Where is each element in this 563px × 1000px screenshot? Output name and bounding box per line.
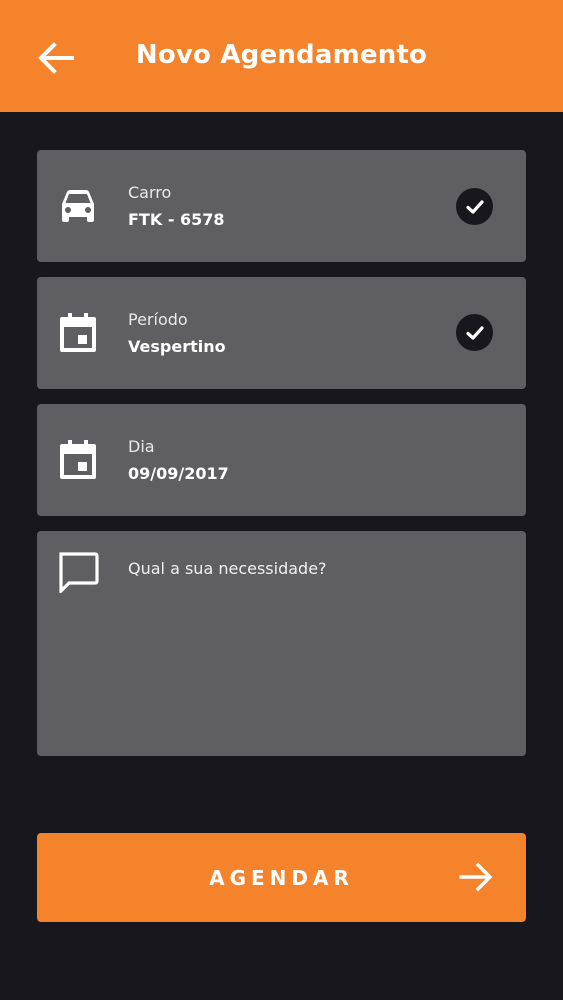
car-field[interactable]: Carro FTK - 6578 [37, 150, 526, 262]
comment-icon [57, 551, 99, 593]
calendar-icon [57, 312, 99, 354]
agendar-label: AGENDAR [209, 866, 354, 890]
car-icon [57, 185, 99, 227]
car-check-icon [456, 188, 493, 225]
need-placeholder: Qual a sua necessidade? [128, 559, 327, 578]
app-bar: Novo Agendamento [0, 0, 563, 112]
calendar-icon [57, 439, 99, 481]
period-label: Período [128, 310, 188, 329]
page-title: Novo Agendamento [135, 40, 428, 70]
day-field[interactable]: Dia 09/09/2017 [37, 404, 526, 516]
need-textarea[interactable]: Qual a sua necessidade? [37, 531, 526, 756]
arrow-right-icon [459, 862, 493, 892]
agendar-button[interactable]: AGENDAR [37, 833, 526, 922]
period-check-icon [456, 314, 493, 351]
period-field[interactable]: Período Vespertino [37, 277, 526, 389]
car-label: Carro [128, 183, 172, 202]
period-value: Vespertino [128, 337, 226, 356]
day-value: 09/09/2017 [128, 464, 229, 483]
car-value: FTK - 6578 [128, 210, 225, 229]
screen: Novo Agendamento Carro FTK - 6578 Períod… [0, 0, 563, 1000]
day-label: Dia [128, 437, 155, 456]
